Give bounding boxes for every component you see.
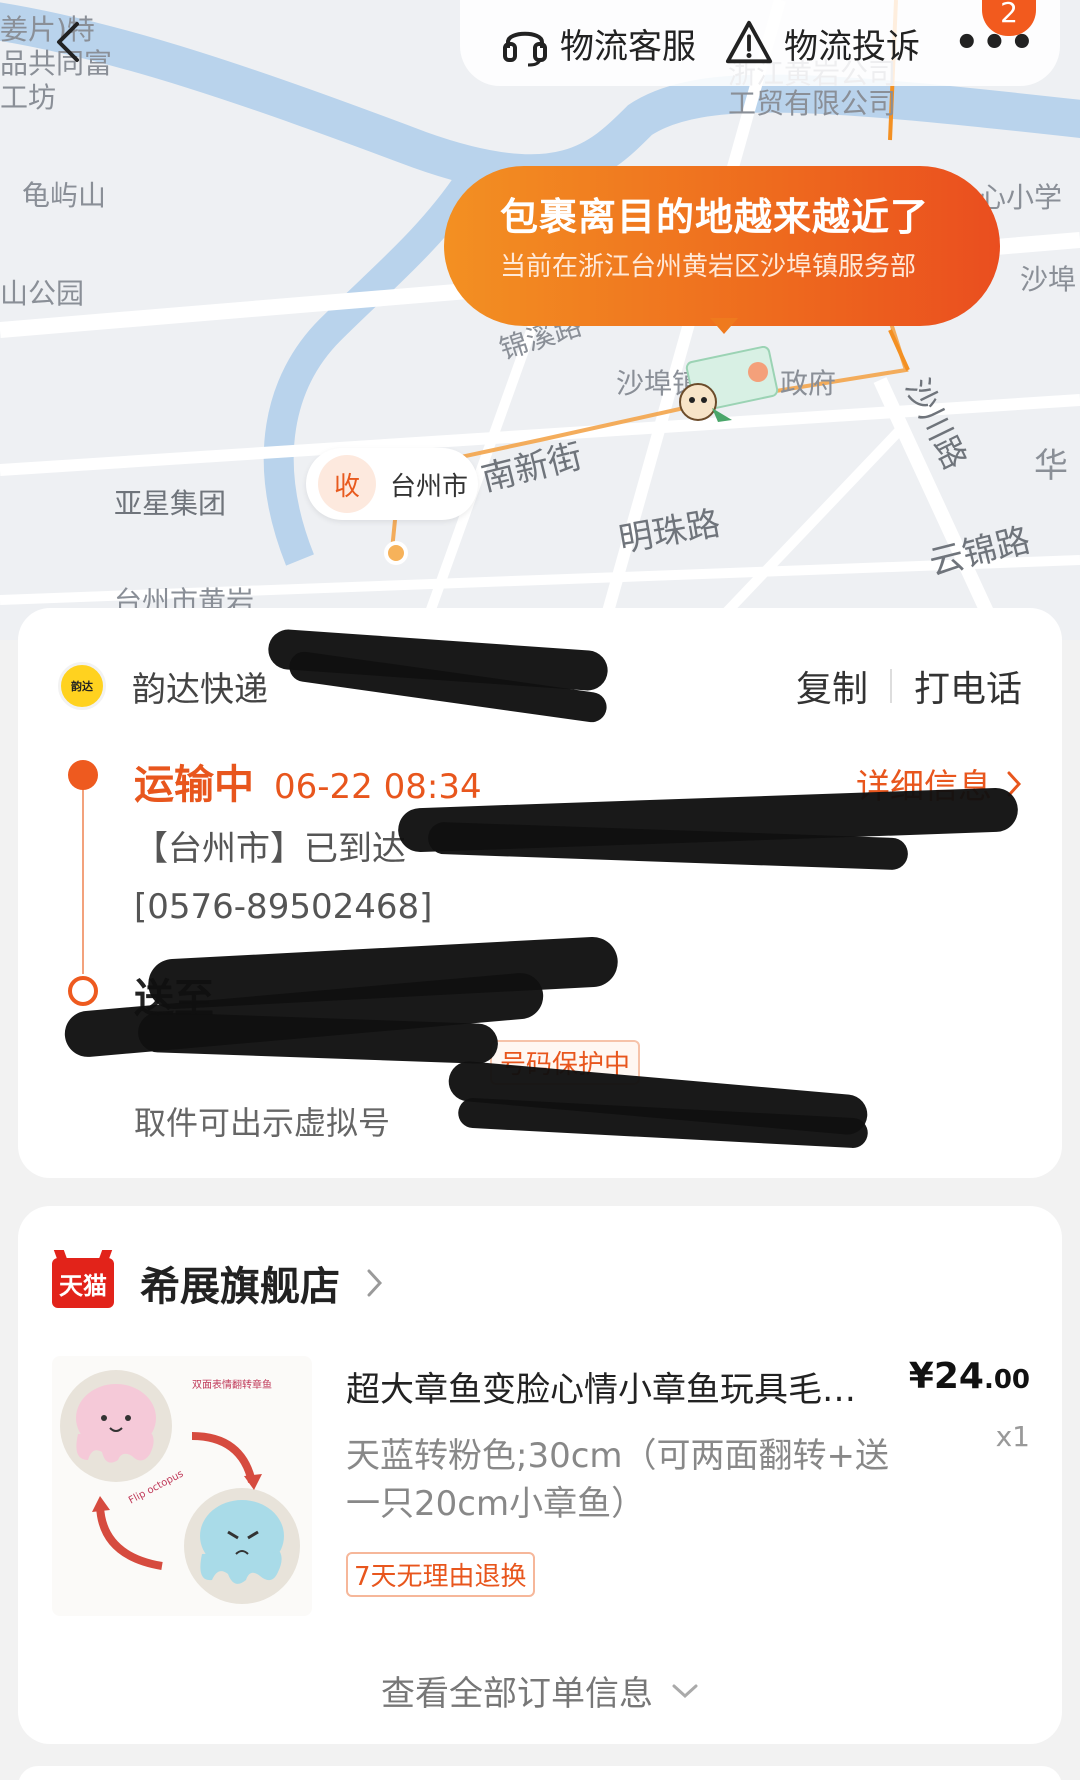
map-label: 工坊 bbox=[0, 81, 57, 114]
bubble-tail bbox=[710, 318, 738, 334]
top-actions-bar: 物流客服 物流投诉 ••• bbox=[460, 0, 1060, 86]
carrier-actions: 复制 打电话 bbox=[796, 660, 1022, 712]
logistics-card: 韵达 韵达快递 复制 打电话 运输中 06-22 08:34 详细信息 【台州市… bbox=[18, 608, 1062, 1178]
chevron-right-icon bbox=[367, 1269, 383, 1297]
map-label: 龟屿山 bbox=[22, 179, 107, 212]
logistics-service-button[interactable]: 物流客服 bbox=[500, 18, 696, 68]
shipping-status: 运输中 bbox=[134, 762, 254, 808]
warning-icon bbox=[724, 18, 774, 68]
pickup-tip: 取件可出示虚拟号 bbox=[134, 1104, 391, 1142]
map-label: 亚星集团 bbox=[114, 487, 227, 520]
logistics-map[interactable]: 姜片)特 品共同富 工坊 龟屿山 山公园 锦溪路 沙埠镇 政府 南新街 明珠路 … bbox=[0, 0, 1080, 640]
divider bbox=[889, 669, 892, 703]
product-image-caption: 双面表情翻转章鱼 bbox=[192, 1380, 272, 1391]
product-quantity: x1 bbox=[995, 1420, 1030, 1453]
product-price: ¥24.00 bbox=[909, 1356, 1030, 1397]
price-symbol: ¥ bbox=[908, 1356, 934, 1397]
return-policy-badge: 7天无理由退换 bbox=[346, 1552, 535, 1597]
receive-icon: 收 bbox=[318, 455, 376, 513]
bubble-title: 包裹离目的地越来越近了 bbox=[500, 195, 930, 239]
product-image[interactable]: 双面表情翻转章鱼 Flip octopus bbox=[52, 1356, 312, 1616]
status-desc-phone: [0576-89502468] bbox=[134, 887, 433, 927]
map-label: 华 bbox=[1034, 446, 1068, 486]
see-all-order-info-button[interactable]: 查看全部订单信息 bbox=[18, 1666, 1062, 1715]
shop-name: 希展旗舰店 bbox=[140, 1264, 340, 1310]
map-label: 沙埠 bbox=[1020, 263, 1077, 296]
chevron-down-icon bbox=[672, 1684, 698, 1698]
map-label: 山公园 bbox=[0, 277, 85, 310]
product-title[interactable]: 超大章鱼变脸心情小章鱼玩具毛绒公仔 bbox=[346, 1362, 886, 1411]
receiver-location-dot bbox=[384, 541, 408, 565]
chevron-left-icon bbox=[57, 22, 79, 62]
timeline-line bbox=[82, 780, 84, 974]
receiver-city: 台州市 bbox=[390, 471, 469, 502]
order-card: 天猫 希展旗舰店 双面表情翻转章鱼 Flip octopus 超大章鱼变脸心情小… bbox=[18, 1206, 1062, 1744]
receiver-location-tag[interactable]: 收 台州市 bbox=[306, 448, 478, 520]
back-button[interactable] bbox=[40, 14, 96, 70]
timeline-destination-dot bbox=[68, 976, 98, 1006]
see-all-label: 查看全部订单信息 bbox=[381, 1674, 653, 1714]
headset-icon bbox=[500, 18, 550, 68]
courier-truck-icon bbox=[679, 346, 779, 422]
price-integer: 24 bbox=[933, 1356, 984, 1397]
logistics-service-label: 物流客服 bbox=[560, 26, 696, 67]
bubble-subtitle: 当前在浙江台州黄岩区沙埠镇服务部 bbox=[500, 252, 917, 282]
logistics-complaint-button[interactable]: 物流投诉 bbox=[724, 18, 920, 68]
yunda-logo: 韵达 bbox=[58, 662, 106, 710]
next-card-peek bbox=[18, 1766, 1062, 1780]
status-time: 06-22 08:34 bbox=[274, 767, 482, 807]
shop-row[interactable]: 天猫 希展旗舰店 bbox=[52, 1254, 384, 1312]
call-button[interactable]: 打电话 bbox=[914, 660, 1022, 712]
copy-button[interactable]: 复制 bbox=[796, 660, 868, 712]
price-decimal: .00 bbox=[983, 1365, 1030, 1395]
logistics-complaint-label: 物流投诉 bbox=[784, 26, 920, 67]
delivery-progress-bubble: 包裹离目的地越来越近了 当前在浙江台州黄岩区沙埠镇服务部 bbox=[444, 166, 1000, 326]
carrier-name: 韵达快递 bbox=[132, 669, 268, 710]
timeline-current-dot bbox=[68, 760, 98, 790]
tmall-badge: 天猫 bbox=[52, 1258, 114, 1308]
map-label: 工贸有限公司 bbox=[728, 87, 897, 120]
map-label: 政府 bbox=[780, 367, 837, 400]
product-spec: 天蓝转粉色;30cm（可两面翻转+送一只20cm小章鱼） bbox=[346, 1436, 890, 1524]
